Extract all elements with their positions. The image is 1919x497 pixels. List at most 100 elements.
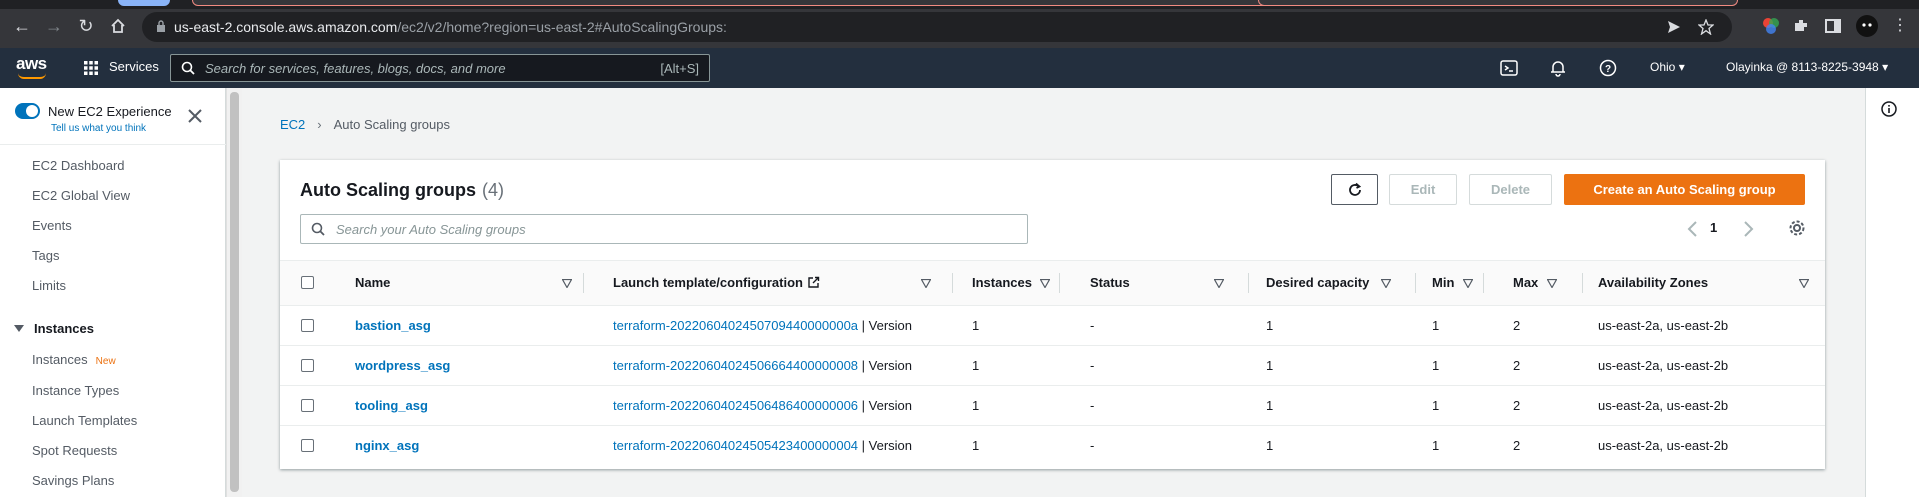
- feedback-link[interactable]: Tell us what you think: [51, 123, 146, 134]
- browser-tab[interactable]: [1258, 0, 1738, 6]
- sidebar-item-launch-templates[interactable]: Launch Templates: [32, 413, 137, 428]
- col-max[interactable]: Max: [1513, 261, 1538, 305]
- svg-text:?: ?: [1605, 64, 1611, 75]
- col-name[interactable]: Name: [355, 261, 390, 305]
- page-number[interactable]: 1: [1710, 220, 1717, 235]
- sidebar-item-instances[interactable]: Instances New: [32, 352, 116, 367]
- select-all-checkbox[interactable]: [301, 276, 314, 289]
- home-icon[interactable]: [106, 14, 130, 38]
- sort-icon[interactable]: [1463, 279, 1473, 288]
- launch-template-link[interactable]: terraform-20220604024506486400000006 | V…: [613, 386, 912, 426]
- breadcrumb-ec2-link[interactable]: EC2: [280, 117, 305, 132]
- refresh-button[interactable]: [1331, 174, 1378, 205]
- close-icon[interactable]: [186, 107, 204, 125]
- notifications-bell-icon[interactable]: [1549, 59, 1567, 77]
- asg-name-link[interactable]: wordpress_asg: [355, 346, 450, 386]
- table-row[interactable]: wordpress_asg terraform-2022060402450666…: [280, 346, 1825, 386]
- aws-logo[interactable]: aws: [16, 54, 47, 74]
- tab-strip: [0, 0, 1919, 9]
- row-checkbox[interactable]: [301, 439, 314, 452]
- asg-name-link[interactable]: nginx_asg: [355, 426, 419, 466]
- aws-top-nav: aws Services Search for services, featur…: [0, 48, 1919, 88]
- cloudshell-icon[interactable]: [1500, 59, 1518, 77]
- launch-template-link[interactable]: terraform-20220604024506664400000008 | V…: [613, 346, 912, 386]
- reload-icon[interactable]: ↻: [74, 14, 98, 38]
- sort-icon[interactable]: [1547, 279, 1557, 288]
- left-sidebar: New EC2 Experience Tell us what you thin…: [0, 88, 226, 497]
- max-value: 2: [1513, 398, 1521, 413]
- col-status[interactable]: Status: [1090, 261, 1130, 305]
- account-menu[interactable]: Olayinka @ 8113-8225-3948 ▾: [1726, 60, 1888, 74]
- forward-icon[interactable]: →: [42, 14, 66, 38]
- send-icon[interactable]: [1666, 19, 1682, 35]
- row-checkbox[interactable]: [301, 359, 314, 372]
- availability-zones-value: us-east-2a, us-east-2b: [1598, 438, 1729, 453]
- min-value: 1: [1432, 358, 1440, 373]
- aws-logo-smile: [18, 73, 46, 79]
- col-desired-capacity[interactable]: Desired capacity: [1266, 261, 1369, 305]
- page-title: Auto Scaling groups (4): [300, 180, 505, 200]
- chevron-right-icon[interactable]: [1741, 220, 1755, 238]
- row-checkbox[interactable]: [301, 319, 314, 332]
- star-icon[interactable]: [1698, 19, 1714, 35]
- sidebar-item-ec2-dashboard[interactable]: EC2 Dashboard: [32, 158, 125, 173]
- sort-icon[interactable]: [1799, 279, 1809, 288]
- browser-tab[interactable]: [118, 0, 170, 6]
- region-selector[interactable]: Ohio ▾: [1650, 60, 1685, 74]
- puzzle-icon[interactable]: [1792, 17, 1810, 35]
- launch-template-link[interactable]: terraform-2022060402450709440000000a | V…: [613, 306, 912, 346]
- address-bar[interactable]: us-east-2.console.aws.amazon.com/ec2/v2/…: [142, 12, 1732, 42]
- sidebar-item-instance-types[interactable]: Instance Types: [32, 383, 119, 398]
- sidebar-item-events[interactable]: Events: [32, 218, 72, 233]
- services-menu[interactable]: Services: [83, 59, 159, 74]
- scrollbar-thumb[interactable]: [230, 92, 239, 492]
- sort-icon[interactable]: [921, 279, 931, 288]
- row-checkbox[interactable]: [301, 399, 314, 412]
- global-search-input[interactable]: Search for services, features, blogs, do…: [170, 54, 710, 82]
- sidebar-item-spot-requests[interactable]: Spot Requests: [32, 443, 117, 458]
- chevron-left-icon[interactable]: [1686, 220, 1700, 238]
- status-value: -: [1090, 398, 1095, 413]
- table-row[interactable]: bastion_asg terraform-202206040245070944…: [280, 306, 1825, 346]
- availability-zones-value: us-east-2a, us-east-2b: [1598, 358, 1729, 373]
- sidebar-item-tags[interactable]: Tags: [32, 248, 59, 263]
- sidebar-scrollbar[interactable]: [226, 88, 242, 497]
- new-badge: New: [95, 356, 116, 367]
- col-min[interactable]: Min: [1432, 261, 1454, 305]
- sidebar-item-limits[interactable]: Limits: [32, 278, 66, 293]
- sidebar-item-savings-plans[interactable]: Savings Plans: [32, 473, 114, 488]
- sort-icon[interactable]: [1040, 279, 1050, 288]
- delete-button[interactable]: Delete: [1469, 174, 1552, 205]
- back-icon[interactable]: ←: [10, 14, 34, 38]
- launch-template-link[interactable]: terraform-20220604024505423400000004 | V…: [613, 426, 912, 466]
- asg-name-link[interactable]: tooling_asg: [355, 386, 428, 426]
- browser-tab[interactable]: [192, 0, 1382, 6]
- create-auto-scaling-group-button[interactable]: Create an Auto Scaling group: [1564, 174, 1805, 205]
- info-icon[interactable]: [1880, 100, 1898, 118]
- menu-icon[interactable]: ⋮: [1888, 14, 1912, 38]
- gear-icon[interactable]: [1788, 219, 1806, 237]
- col-availability-zones[interactable]: Availability Zones: [1598, 261, 1708, 305]
- sort-icon[interactable]: [1214, 279, 1224, 288]
- sidebar-toggle-icon[interactable]: [1824, 17, 1842, 35]
- color-extension-icon[interactable]: [1762, 17, 1780, 35]
- sidebar-item-ec2-global-view[interactable]: EC2 Global View: [32, 188, 130, 203]
- asg-name-link[interactable]: bastion_asg: [355, 306, 431, 346]
- help-icon[interactable]: ?: [1599, 59, 1617, 77]
- profile-avatar-icon[interactable]: [1856, 15, 1878, 37]
- caret-down-icon: [14, 325, 24, 332]
- col-launch-template[interactable]: Launch template/configuration: [613, 261, 820, 305]
- sort-icon[interactable]: [562, 279, 572, 288]
- instances-value: 1: [972, 358, 980, 373]
- table-row[interactable]: nginx_asg terraform-20220604024505423400…: [280, 426, 1825, 466]
- sort-icon[interactable]: [1381, 279, 1391, 288]
- max-value: 2: [1513, 318, 1521, 333]
- asg-search-input[interactable]: Search your Auto Scaling groups: [300, 214, 1028, 244]
- availability-zones-value: us-east-2a, us-east-2b: [1598, 318, 1729, 333]
- table-row[interactable]: tooling_asg terraform-202206040245064864…: [280, 386, 1825, 426]
- new-experience-toggle[interactable]: [15, 103, 40, 119]
- edit-button[interactable]: Edit: [1389, 174, 1457, 205]
- sidebar-section-instances[interactable]: Instances: [14, 321, 94, 336]
- min-value: 1: [1432, 398, 1440, 413]
- col-instances[interactable]: Instances: [972, 261, 1032, 305]
